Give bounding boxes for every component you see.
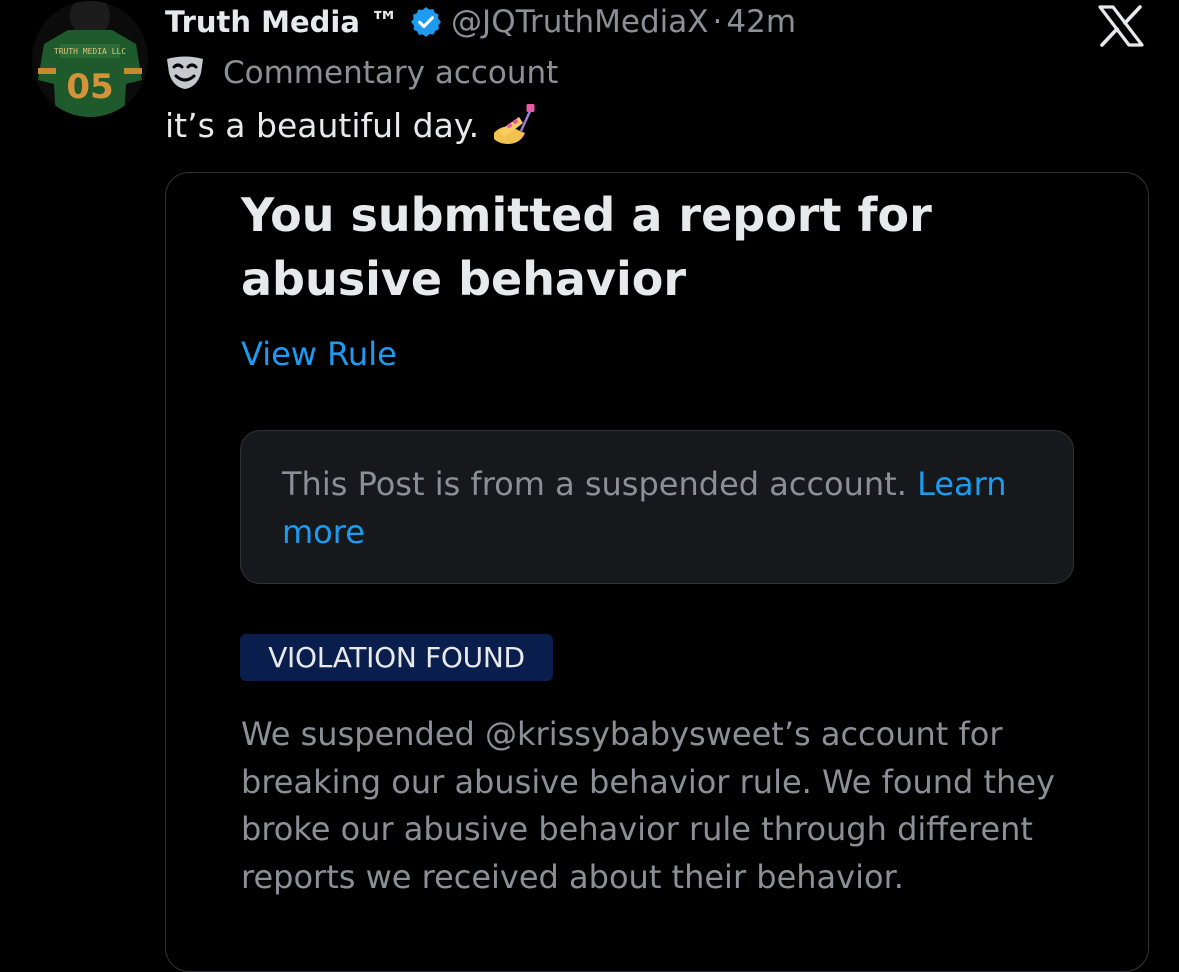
report-title: You submitted a report for abusive behav… xyxy=(241,188,932,306)
separator-dot: · xyxy=(712,4,723,40)
suspension-explanation: We suspended @krissybabysweet’s account … xyxy=(241,715,1055,896)
post-text-content: it’s a beautiful day. xyxy=(165,105,480,145)
x-logo-icon[interactable] xyxy=(1096,4,1146,48)
avatar-jersey-image: TRUTH MEDIA LLC 05 xyxy=(32,1,148,117)
jersey-text: TRUTH MEDIA LLC xyxy=(54,47,126,56)
view-rule-link[interactable]: View Rule xyxy=(241,335,397,373)
handle[interactable]: @JQTruthMediaX xyxy=(451,4,708,40)
suspended-notice-text: This Post is from a suspended account. xyxy=(282,465,907,503)
nail-polish-emoji-icon xyxy=(494,104,535,144)
account-label: Commentary account xyxy=(165,52,558,94)
jersey-number: 05 xyxy=(66,67,113,107)
post-text: it’s a beautiful day. xyxy=(165,100,535,150)
display-name[interactable]: Truth Media ™ xyxy=(165,5,399,39)
account-label-text: Commentary account xyxy=(223,55,559,91)
status-badge: VIOLATION FOUND xyxy=(240,634,553,681)
post-header: Truth Media ™ @JQTruthMediaX · 42m xyxy=(165,0,796,44)
avatar[interactable]: TRUTH MEDIA LLC 05 xyxy=(30,0,150,118)
suspended-notice: This Post is from a suspended account. L… xyxy=(282,460,1052,556)
verified-badge-icon[interactable] xyxy=(409,5,443,39)
theater-mask-icon xyxy=(167,56,203,89)
timestamp[interactable]: 42m xyxy=(726,4,796,40)
